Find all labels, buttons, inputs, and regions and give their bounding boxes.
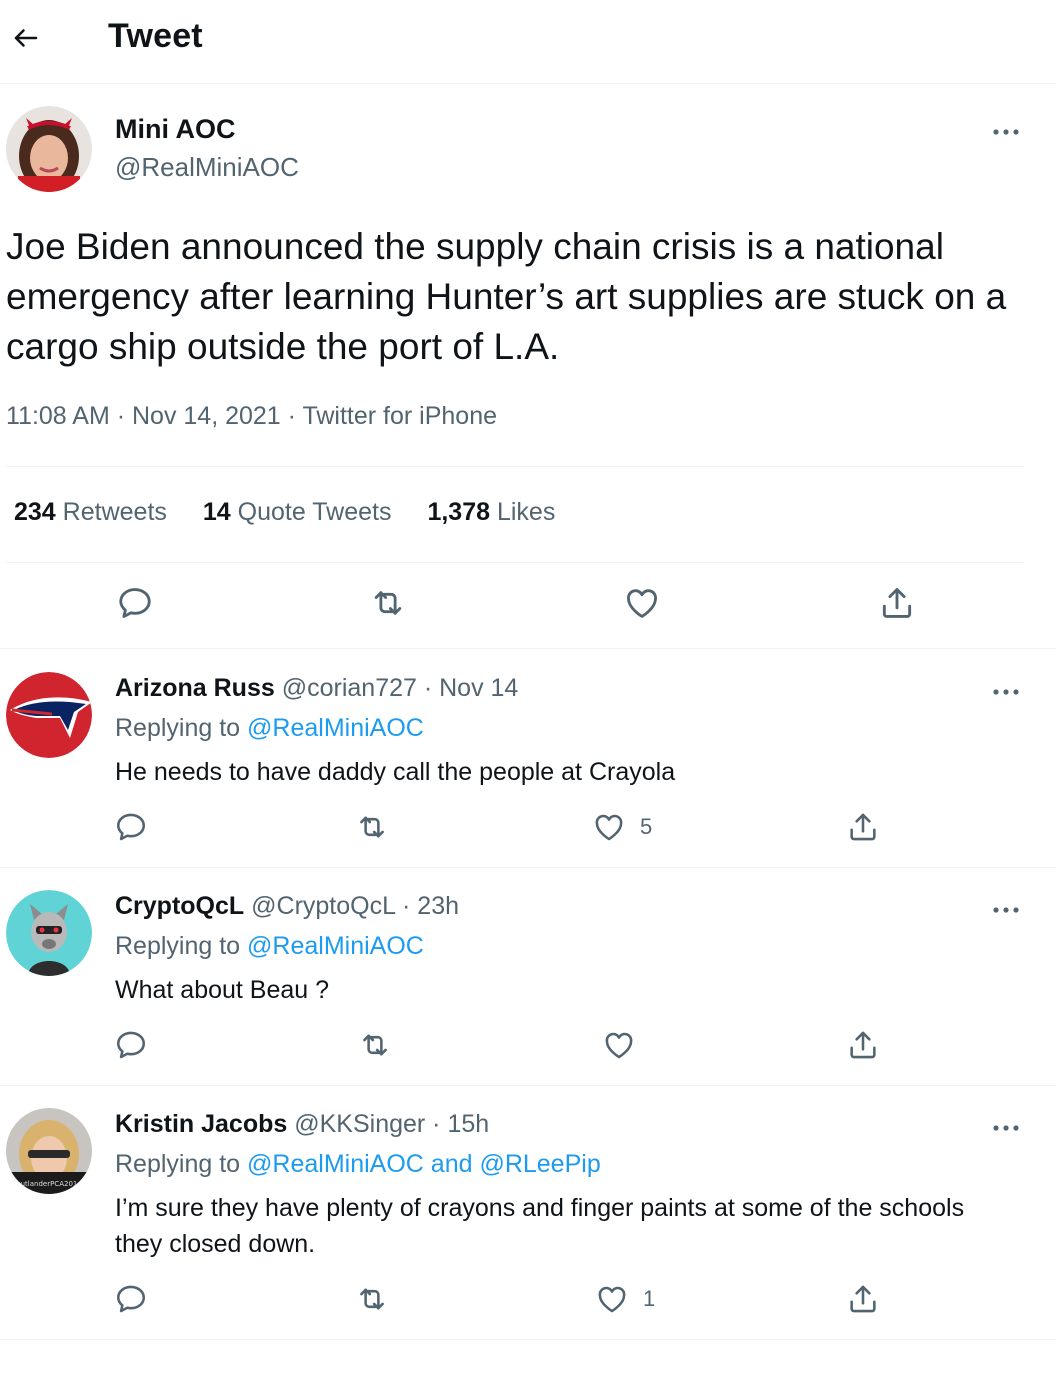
reply-author-name[interactable]: Arizona Russ bbox=[115, 674, 275, 702]
likes-stat[interactable]: 1,378 Likes bbox=[427, 498, 555, 527]
divider bbox=[6, 562, 1024, 563]
reply-text: What about Beau ? bbox=[115, 976, 330, 1004]
more-icon[interactable] bbox=[986, 1116, 1026, 1140]
replying-label: Replying to bbox=[115, 1150, 241, 1178]
quotes-count: 14 bbox=[202, 498, 231, 526]
avatar[interactable] bbox=[6, 672, 92, 758]
reply-tweet[interactable]: utlanderPCA201 Kristin Jacobs @KKSinger … bbox=[0, 1086, 1056, 1340]
replying-to: Replying to @RealMiniAOC bbox=[115, 932, 424, 961]
retweets-stat[interactable]: 234 Retweets bbox=[14, 498, 167, 527]
main-tweet: Mini AOC @RealMiniAOC Joe Biden announce… bbox=[0, 84, 1056, 649]
reply-tweet[interactable]: Arizona Russ @corian727 · Nov 14 Replyin… bbox=[0, 650, 1056, 868]
share-icon[interactable] bbox=[846, 1028, 880, 1062]
replying-label: Replying to bbox=[115, 932, 241, 960]
retweets-count: 234 bbox=[14, 498, 56, 526]
page-title: Tweet bbox=[108, 17, 203, 55]
reply-icon[interactable] bbox=[116, 584, 154, 622]
reply-header: CryptoQcL @CryptoQcL · 23h bbox=[115, 892, 459, 921]
likes-label: Likes bbox=[496, 498, 556, 526]
mention-link[interactable]: @RealMiniAOC and @RLeePip bbox=[247, 1150, 601, 1178]
mention-link[interactable]: @RealMiniAOC bbox=[247, 714, 424, 742]
share-icon[interactable] bbox=[846, 1282, 880, 1316]
like-icon[interactable] bbox=[623, 584, 661, 622]
reply-header: Arizona Russ @corian727 · Nov 14 bbox=[115, 674, 518, 703]
reply-text: He needs to have daddy call the people a… bbox=[115, 758, 676, 786]
author-handle[interactable]: @RealMiniAOC bbox=[115, 152, 299, 183]
mention-link[interactable]: @RealMiniAOC bbox=[247, 932, 424, 960]
reply-tweet[interactable]: CryptoQcL @CryptoQcL · 23h Replying to @… bbox=[0, 868, 1056, 1086]
share-icon[interactable] bbox=[878, 584, 916, 622]
more-icon[interactable] bbox=[986, 680, 1026, 704]
tweet-text: Joe Biden announced the supply chain cri… bbox=[6, 226, 1007, 367]
like-icon[interactable] bbox=[602, 1028, 650, 1062]
reply-icon[interactable] bbox=[114, 1282, 148, 1316]
share-icon[interactable] bbox=[846, 810, 880, 844]
avatar[interactable]: utlanderPCA201 bbox=[6, 1108, 92, 1194]
tweet-actions bbox=[0, 582, 1056, 630]
more-icon[interactable] bbox=[986, 898, 1026, 922]
likes-count: 1,378 bbox=[427, 498, 491, 526]
avatar-caption: utlanderPCA201 bbox=[21, 1180, 78, 1188]
reply-text: I’m sure they have plenty of crayons and… bbox=[115, 1194, 965, 1258]
reply-icon[interactable] bbox=[114, 1028, 148, 1062]
divider bbox=[6, 466, 1024, 467]
like-count: 5 bbox=[640, 814, 653, 839]
retweet-icon[interactable] bbox=[358, 1028, 392, 1062]
replying-label: Replying to bbox=[115, 714, 241, 742]
retweet-icon[interactable] bbox=[369, 584, 407, 622]
reply-icon[interactable] bbox=[114, 810, 148, 844]
retweet-icon[interactable] bbox=[355, 810, 389, 844]
top-bar: Tweet bbox=[0, 0, 1056, 84]
reply-handle-time[interactable]: @CryptoQcL · 23h bbox=[251, 892, 459, 920]
like-count: 1 bbox=[643, 1286, 656, 1311]
reply-handle-time[interactable]: @corian727 · Nov 14 bbox=[282, 674, 519, 702]
back-arrow-icon[interactable] bbox=[8, 18, 44, 58]
tweet-stats: 234 Retweets 14 Quote Tweets 1,378 Likes bbox=[14, 498, 555, 527]
retweet-icon[interactable] bbox=[355, 1282, 389, 1316]
reply-handle-time[interactable]: @KKSinger · 15h bbox=[294, 1110, 489, 1138]
reply-header: Kristin Jacobs @KKSinger · 15h bbox=[115, 1110, 489, 1139]
reply-author-name[interactable]: Kristin Jacobs bbox=[115, 1110, 287, 1138]
avatar[interactable] bbox=[6, 106, 92, 192]
author-name[interactable]: Mini AOC bbox=[115, 114, 236, 145]
like-icon[interactable]: 5 bbox=[592, 810, 652, 844]
quotes-label: Quote Tweets bbox=[237, 498, 392, 526]
more-icon[interactable] bbox=[986, 120, 1026, 144]
replying-to: Replying to @RealMiniAOC bbox=[115, 714, 424, 743]
replying-to: Replying to @RealMiniAOC and @RLeePip bbox=[115, 1150, 601, 1179]
avatar[interactable] bbox=[6, 890, 92, 976]
like-icon[interactable]: 1 bbox=[595, 1282, 655, 1316]
reply-author-name[interactable]: CryptoQcL bbox=[115, 892, 244, 920]
retweets-label: Retweets bbox=[62, 498, 167, 526]
tweet-meta: 11:08 AM · Nov 14, 2021 · Twitter for iP… bbox=[6, 402, 498, 430]
quote-tweets-stat[interactable]: 14 Quote Tweets bbox=[203, 498, 392, 527]
